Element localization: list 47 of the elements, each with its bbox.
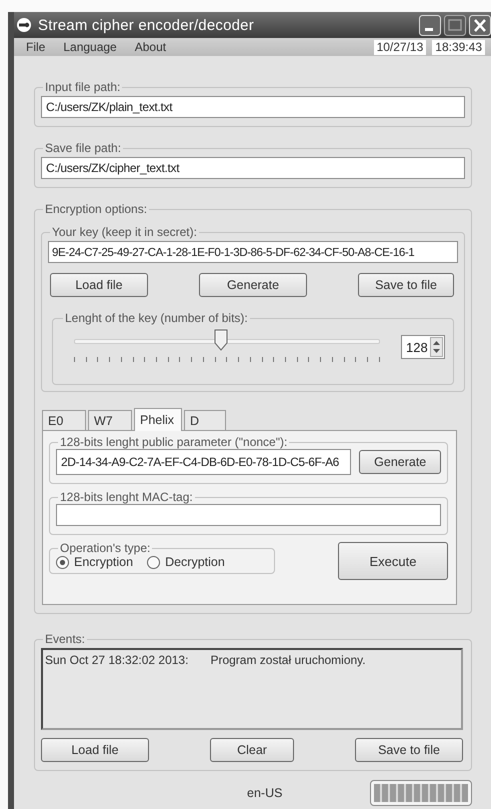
- menu-item[interactable]: File: [26, 40, 46, 54]
- tab[interactable]: D: [184, 410, 226, 430]
- group-label: Input file path:: [44, 80, 122, 94]
- tab[interactable]: W7: [88, 410, 132, 430]
- save-path-field[interactable]: C:/users/ZK/cipher_text.txt: [41, 157, 465, 179]
- group-label: 128-bits lenght MAC-tag:: [59, 490, 194, 504]
- window-title: Stream cipher encoder/decoder: [38, 16, 255, 34]
- nonce-field[interactable]: 2D-14-34-A9-C2-7A-EF-C4-DB-6D-E0-78-1D-C5-6F-A6: [56, 449, 352, 475]
- event-message: Program został uruchomiony.: [210, 653, 366, 667]
- event-time: Sun Oct 27 18:32:02 2013:: [45, 653, 188, 667]
- menu-item[interactable]: About: [134, 40, 166, 54]
- events-button[interactable]: Load file: [41, 738, 149, 762]
- input-path-field[interactable]: C:/users/ZK/plain_text.txt: [41, 96, 465, 118]
- generate-button[interactable]: Generate: [359, 450, 441, 474]
- group-label: Lenght of the key (number of bits):: [64, 311, 249, 325]
- spinner-arrows-icon[interactable]: [430, 337, 443, 357]
- events-button[interactable]: Clear: [210, 738, 294, 762]
- tab[interactable]: E0: [42, 410, 86, 430]
- key-field[interactable]: 9E-24-C7-25-49-27-CA-1-28-1E-F0-1-3D-86-5-DF-62-34-CF-50-A8-CE-16-1: [48, 241, 458, 263]
- events-button[interactable]: Save to file: [355, 738, 463, 762]
- radio-option[interactable]: Decryption: [147, 555, 225, 569]
- execute-button[interactable]: Execute: [338, 542, 448, 580]
- group-label: Operation's type:: [59, 541, 152, 555]
- group-label: Encryption options:: [44, 202, 148, 216]
- maximize-button[interactable]: [444, 14, 466, 36]
- time-label: 18:39:43: [432, 40, 485, 54]
- bits-spinner[interactable]: 128: [401, 335, 445, 359]
- tab[interactable]: Phelix: [134, 408, 182, 431]
- group-label: Save file path:: [44, 141, 122, 155]
- locale-label: en-US: [247, 786, 284, 800]
- key-button[interactable]: Load file: [50, 273, 148, 297]
- radio-button[interactable]: [56, 556, 69, 568]
- key-button[interactable]: Save to file: [358, 273, 454, 297]
- radio-button[interactable]: [147, 556, 160, 568]
- mac-tag-field[interactable]: [56, 504, 441, 526]
- group-label: Events:: [44, 632, 86, 646]
- group-label: 128-bits lenght public parameter ("nonce"):: [59, 435, 288, 449]
- key-button[interactable]: Generate: [199, 273, 307, 297]
- radio-option[interactable]: Encryption: [56, 555, 134, 569]
- menu-item[interactable]: Language: [63, 40, 117, 54]
- key-icon: [16, 17, 32, 33]
- close-button[interactable]: [469, 14, 491, 36]
- spinner-value: 128: [406, 340, 428, 354]
- group-label: Your key (keep it in secret):: [51, 225, 198, 239]
- date-label: 10/27/13: [374, 40, 426, 54]
- slider-thumb[interactable]: [214, 329, 228, 351]
- minimize-button[interactable]: [419, 14, 441, 36]
